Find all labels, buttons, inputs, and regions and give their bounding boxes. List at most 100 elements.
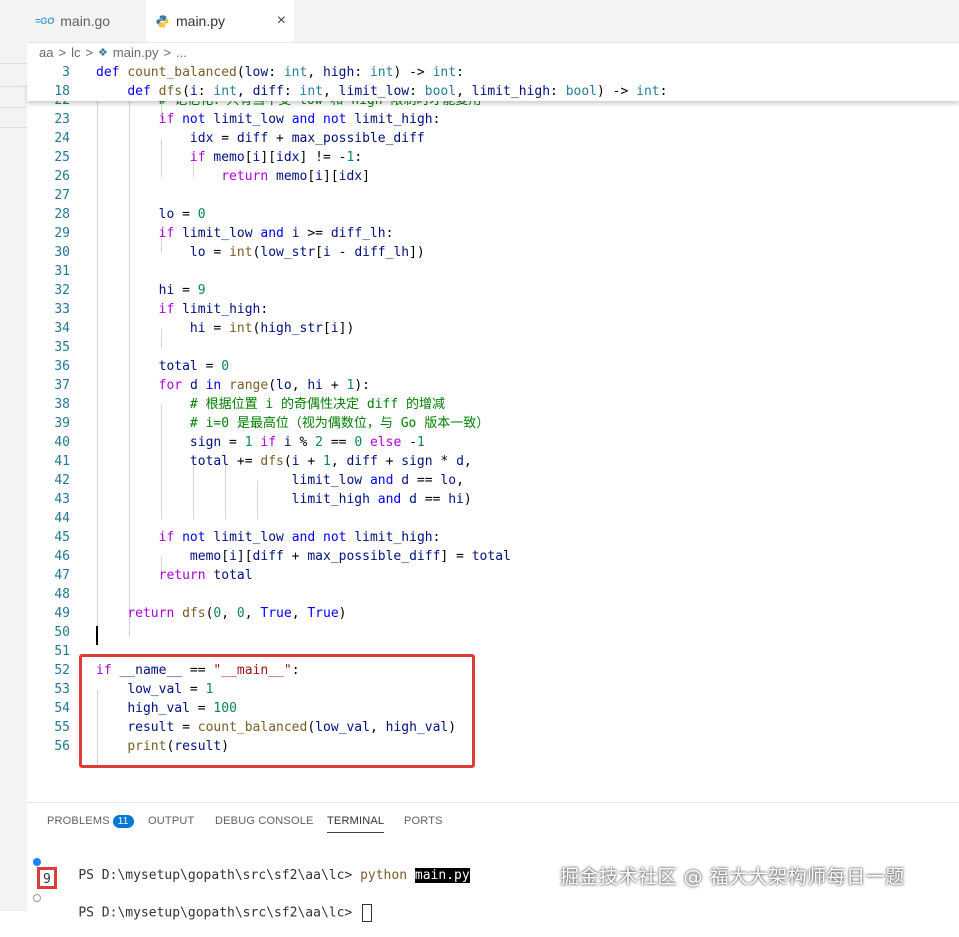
code-line[interactable]: 43 limit_high and d == hi) <box>27 490 959 509</box>
code-line[interactable]: 24 idx = diff + max_possible_diff <box>27 129 959 148</box>
line-number: 36 <box>54 359 70 374</box>
line-number: 51 <box>54 644 70 659</box>
editor-tab-bar: =GO main.go main.py × <box>27 0 959 43</box>
code-line[interactable]: 45 if not limit_low and not limit_high: <box>27 528 959 547</box>
line-number: 30 <box>54 245 70 260</box>
annotation-highlight-box <box>79 654 475 768</box>
line-number: 52 <box>54 663 70 678</box>
chevron-right-icon: > <box>163 45 172 60</box>
line-number: 27 <box>54 188 70 203</box>
code-line[interactable]: 25 if memo[i][idx] != -1: <box>27 148 959 167</box>
code-text: # 根据位置 i 的奇偶性决定 diff 的增减 <box>189 397 446 412</box>
breadcrumb-item[interactable]: ... <box>176 45 187 60</box>
code-text: for d in range(lo, hi + 1): <box>158 378 370 393</box>
text-cursor <box>96 626 98 645</box>
command-success-icon <box>33 858 41 866</box>
code-text: limit_low and d == lo, <box>291 473 464 488</box>
code-line[interactable]: 23 if not limit_low and not limit_high: <box>27 110 959 129</box>
code-line[interactable]: 46 memo[i][diff + max_possible_diff] = t… <box>27 547 959 566</box>
code-line[interactable]: 29 if limit_low and i >= diff_lh: <box>27 224 959 243</box>
line-number: 33 <box>54 302 70 317</box>
activity-bar <box>0 0 27 911</box>
code-line[interactable]: 44 <box>27 509 959 528</box>
line-number: 50 <box>54 625 70 640</box>
problems-count-badge: 11 <box>112 815 134 828</box>
go-file-icon: =GO <box>35 16 55 26</box>
code-text: sign = 1 if i % 2 == 0 else -1 <box>189 435 425 450</box>
code-text: idx = diff + max_possible_diff <box>189 131 425 146</box>
breadcrumb-item[interactable]: main.py <box>113 45 159 60</box>
line-number: 29 <box>54 226 70 241</box>
code-text: hi = int(high_str[i]) <box>189 321 355 336</box>
line-number: 44 <box>54 511 70 526</box>
line-number: 56 <box>54 739 70 754</box>
line-number: 46 <box>54 549 70 564</box>
line-number: 35 <box>54 340 70 355</box>
line-number: 48 <box>54 587 70 602</box>
line-number: 24 <box>54 131 70 146</box>
tab-label: main.py <box>176 13 226 29</box>
sticky-scroll-line[interactable]: 3 def count_balanced(low: int, high: int)… <box>27 63 959 82</box>
tab-output[interactable]: OUTPUT <box>148 815 194 827</box>
code-text: memo[i][diff + max_possible_diff] = tota… <box>189 549 511 564</box>
line-number: 31 <box>54 264 70 279</box>
code-line[interactable]: 32 hi = 9 <box>27 281 959 300</box>
code-line[interactable]: 48 <box>27 585 959 604</box>
breadcrumb: aa > lc > ❖ main.py > ... <box>27 42 959 63</box>
code-line[interactable]: 38 # 根据位置 i 的奇偶性决定 diff 的增减 <box>27 395 959 414</box>
tab-main-go[interactable]: =GO main.go <box>27 0 146 42</box>
code-line[interactable]: 33 if limit_high: <box>27 300 959 319</box>
tab-label: main.go <box>60 13 111 29</box>
code-line[interactable]: 27 <box>27 186 959 205</box>
tab-main-py[interactable]: main.py × <box>146 0 294 42</box>
code-line[interactable]: 35 <box>27 338 959 357</box>
python-file-icon: ❖ <box>98 47 108 59</box>
tab-problems[interactable]: PROBLEMS 11 <box>47 815 134 828</box>
code-text: total = 0 <box>158 359 230 374</box>
code-line[interactable]: 47 return total <box>27 566 959 585</box>
close-icon[interactable]: × <box>277 12 286 30</box>
line-number: 47 <box>54 568 70 583</box>
command-pending-icon <box>33 894 41 902</box>
code-line[interactable]: 40 sign = 1 if i % 2 == 0 else -1 <box>27 433 959 452</box>
code-line[interactable]: 39 # i=0 是最高位（视为偶数位，与 Go 版本一致） <box>27 414 959 433</box>
code-text: # i=0 是最高位（视为偶数位，与 Go 版本一致） <box>189 416 490 431</box>
code-line[interactable]: 31 <box>27 262 959 281</box>
code-line[interactable]: 37 for d in range(lo, hi + 1): <box>27 376 959 395</box>
tab-terminal[interactable]: TERMINAL <box>327 815 385 833</box>
line-number: 45 <box>54 530 70 545</box>
code-line[interactable]: 41 total += dfs(i + 1, diff + sign * d, <box>27 452 959 471</box>
terminal-cursor <box>362 904 373 922</box>
code-text: if limit_low and i >= diff_lh: <box>158 226 394 241</box>
code-line[interactable]: 34 hi = int(high_str[i]) <box>27 319 959 338</box>
tab-debug-console[interactable]: DEBUG CONSOLE <box>215 815 314 827</box>
line-number: 38 <box>54 397 70 412</box>
code-line[interactable]: 36 total = 0 <box>27 357 959 376</box>
code-text: if limit_high: <box>158 302 269 317</box>
terminal-prompt: PS D:\mysetup\gopath\src\sf2\aa\lc> <box>78 905 361 921</box>
code-line[interactable]: 28 lo = 0 <box>27 205 959 224</box>
code-line[interactable]: 30 lo = int(low_str[i - diff_lh]) <box>27 243 959 262</box>
line-number: 42 <box>54 473 70 488</box>
code-text: lo = 0 <box>158 207 206 222</box>
code-line[interactable]: 49 return dfs(0, 0, True, True) <box>27 604 959 623</box>
line-number: 34 <box>54 321 70 336</box>
divider <box>0 63 27 64</box>
sticky-scroll-line[interactable]: 18 def dfs(i: int, diff: int, limit_low:… <box>27 82 959 101</box>
code-text: def count_balanced(low: int, high: int) … <box>96 65 464 80</box>
line-number: 53 <box>54 682 70 697</box>
tab-ports[interactable]: PORTS <box>404 815 443 827</box>
code-line[interactable]: 26 return memo[i][idx] <box>27 167 959 186</box>
terminal-line[interactable]: PS D:\mysetup\gopath\src\sf2\aa\lc> <box>33 889 959 937</box>
code-text: return dfs(0, 0, True, True) <box>127 606 347 621</box>
breadcrumb-item[interactable]: aa <box>39 45 53 60</box>
code-line[interactable]: 42 limit_low and d == lo, <box>27 471 959 490</box>
python-file-icon <box>156 14 169 28</box>
code-text: limit_high and d == hi) <box>291 492 472 507</box>
code-line[interactable]: 50 <box>27 623 959 642</box>
line-number: 23 <box>54 112 70 127</box>
code-text: if memo[i][idx] != -1: <box>189 150 363 165</box>
code-text: if not limit_low and not limit_high: <box>158 112 441 127</box>
breadcrumb-item[interactable]: lc <box>71 45 80 60</box>
line-number: 3 <box>62 65 70 80</box>
